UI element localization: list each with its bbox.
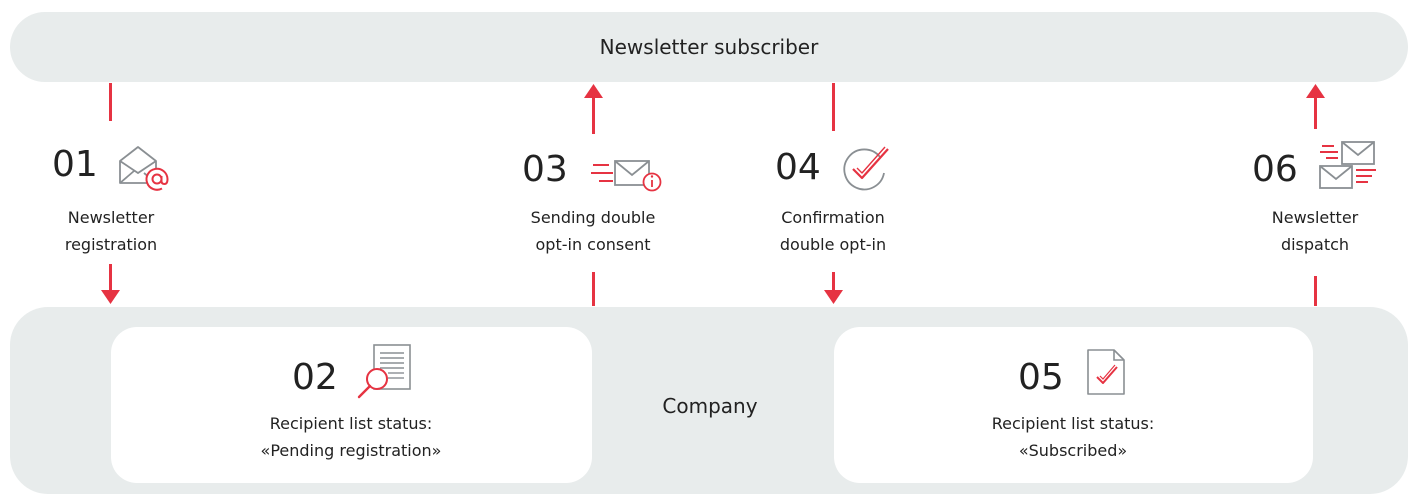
checkmark-circle-icon [843, 146, 889, 191]
step-03-label-line1: Sending double [530, 208, 656, 227]
step-05-label-line2: «Subscribed» [1018, 441, 1128, 460]
connectors [101, 83, 1325, 306]
step-01-label: Newsletter registration [41, 204, 181, 258]
step-04-label-line1: Confirmation [781, 208, 885, 227]
arrow-01-down [101, 290, 120, 304]
step-05-label-line1: Recipient list status: [991, 414, 1155, 433]
connector-04-top [832, 83, 835, 131]
step-02-number: 02 [292, 357, 338, 398]
connector-03-bottom [592, 272, 595, 306]
step-02-label-line2: «Pending registration» [260, 441, 442, 460]
sending-envelope-info-icon [591, 160, 662, 192]
envelope-at-icon [119, 146, 169, 191]
step-01-label-line1: Newsletter [67, 208, 155, 227]
step-03-number: 03 [522, 149, 568, 190]
step-03-label-line2: opt-in consent [535, 235, 651, 254]
connector-03-top [592, 97, 595, 134]
multiple-envelopes-icon [1319, 141, 1376, 189]
step-06-label-line1: Newsletter [1271, 208, 1359, 227]
arrow-03-up [584, 84, 603, 98]
arrow-06-up [1306, 84, 1325, 98]
step-04-label: Confirmation double opt-in [758, 204, 908, 258]
step-01-number: 01 [52, 144, 98, 185]
step-06-label: Newsletter dispatch [1240, 204, 1390, 258]
step-06-number: 06 [1252, 149, 1298, 190]
connector-01-top [109, 83, 112, 121]
arrow-04-down [824, 290, 843, 304]
connector-06-top [1314, 97, 1317, 129]
connector-04-bottom [832, 272, 835, 292]
step-01-label-line2: registration [64, 235, 158, 254]
document-check-icon [1087, 349, 1125, 395]
connector-06-bottom [1314, 276, 1317, 306]
step-05-number: 05 [1018, 357, 1064, 398]
document-search-icon [357, 344, 411, 399]
step-06-label-line2: dispatch [1280, 235, 1350, 254]
step-04-label-line2: double opt-in [779, 235, 887, 254]
step-04-number: 04 [775, 147, 821, 188]
step-05-label: Recipient list status: «Subscribed» [953, 410, 1193, 464]
connector-01-bottom [109, 264, 112, 291]
step-03-label: Sending double opt-in consent [513, 204, 673, 258]
step-02-label: Recipient list status: «Pending registra… [231, 410, 471, 464]
step-02-label-line1: Recipient list status: [269, 414, 433, 433]
